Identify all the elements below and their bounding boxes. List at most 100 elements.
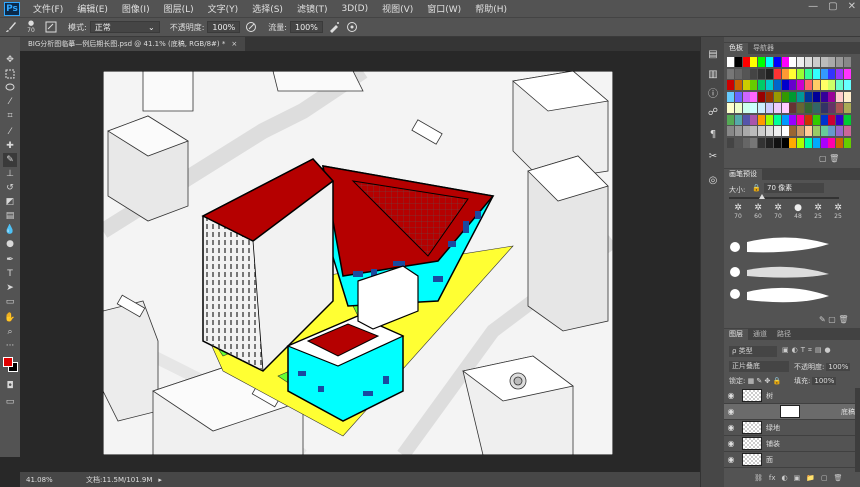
color-swatch[interactable] [727,126,734,136]
close-window-button[interactable]: ✕ [848,1,856,12]
delete-layer-icon[interactable]: 🗑 [834,474,843,482]
color-swatch[interactable] [750,114,758,125]
menu-image[interactable]: 图像(I) [115,2,157,15]
color-swatch[interactable] [766,137,773,148]
color-swatch[interactable] [727,57,734,67]
menu-select[interactable]: 选择(S) [245,2,290,15]
minimize-button[interactable]: — [808,1,818,12]
color-swatch[interactable] [773,103,781,113]
healing-tool-icon[interactable]: ✚ [3,139,17,153]
color-swatch[interactable] [727,114,734,125]
menu-edit[interactable]: 编辑(E) [70,2,115,15]
color-swatch[interactable] [789,103,797,113]
tab-paths[interactable]: 路径 [772,329,796,340]
brush-preset-footer-icons[interactable]: ✎ ▢ 🗑 [819,315,849,324]
eraser-tool-icon[interactable]: ◩ [3,195,17,209]
color-swatch[interactable] [844,68,851,79]
color-swatch[interactable] [820,80,828,90]
hand-tool-icon[interactable]: ✋ [3,311,17,325]
color-swatch[interactable] [812,137,820,148]
airbrush-icon[interactable] [327,20,341,34]
brush-size-slider[interactable] [729,197,839,199]
lock-icons[interactable]: ▦ ✎ ✥ 🔒 [748,377,782,385]
color-swatch[interactable] [836,57,844,67]
color-swatch[interactable] [812,80,820,90]
color-swatch[interactable] [781,57,789,67]
color-swatch[interactable] [789,80,797,90]
color-swatch[interactable] [828,114,836,125]
color-swatch[interactable] [734,68,742,79]
pen-tool-icon[interactable]: ✒ [3,253,17,267]
color-swatch[interactable] [773,91,781,102]
color-swatch[interactable] [844,126,851,136]
marquee-tool-icon[interactable] [3,67,17,81]
color-swatch[interactable] [836,91,844,102]
color-swatch[interactable] [828,68,836,79]
properties-panel-icon[interactable]: ▥ [706,67,720,81]
blend-mode-select[interactable]: 正片叠底 [729,361,789,372]
group-folder-icon[interactable]: 📁 [806,474,815,482]
color-swatch[interactable] [742,80,750,90]
color-swatch[interactable] [773,68,781,79]
color-swatch[interactable] [820,126,828,136]
color-swatch[interactable] [773,126,781,136]
layer-row[interactable]: ◉ 树 [724,388,855,404]
color-swatch[interactable] [734,80,742,90]
color-swatch[interactable] [789,126,797,136]
visibility-eye-icon[interactable]: ◉ [724,455,738,464]
brush-tip[interactable]: ● 48 [789,203,807,220]
color-swatch[interactable] [797,80,805,90]
color-swatch[interactable] [781,68,789,79]
menu-file[interactable]: 文件(F) [26,2,70,15]
color-swatch[interactable] [844,91,851,102]
color-swatch[interactable] [836,68,844,79]
color-swatch[interactable] [758,91,766,102]
color-swatch[interactable] [820,114,828,125]
blur-tool-icon[interactable]: 💧 [3,223,17,237]
menu-window[interactable]: 窗口(W) [420,2,468,15]
fill-input[interactable]: 100% [812,377,837,385]
color-swatch[interactable] [750,80,758,90]
layer-row[interactable]: ◉ 绿地 [724,420,855,436]
color-swatch[interactable] [750,57,758,67]
visibility-eye-icon[interactable]: ◉ [724,423,738,432]
color-swatch[interactable] [727,103,734,113]
color-swatch[interactable] [742,126,750,136]
menu-view[interactable]: 视图(V) [375,2,420,15]
menu-3d[interactable]: 3D(D) [334,4,375,14]
color-swatch[interactable] [773,57,781,67]
zoom-readout[interactable]: 41.08% [26,476,66,484]
color-swatch[interactable] [734,126,742,136]
color-swatch[interactable] [805,80,812,90]
color-swatch[interactable] [727,80,734,90]
visibility-eye-icon[interactable]: ◉ [724,407,738,416]
mode-select[interactable]: 正常 ⌄ [89,21,160,33]
lasso-tool-icon[interactable] [3,81,17,95]
clone-stamp-tool-icon[interactable]: ⊥ [3,167,17,181]
color-swatch[interactable] [844,103,851,113]
color-swatch[interactable] [727,91,734,102]
color-swatch[interactable] [828,137,836,148]
move-tool-icon[interactable]: ✥ [3,53,17,67]
color-swatch[interactable] [742,114,750,125]
color-swatch[interactable] [781,80,789,90]
color-swatch[interactable] [836,80,844,90]
brush-panel-toggle-icon[interactable] [44,20,58,34]
brush-tip[interactable]: ✲ 70 [769,203,787,220]
color-swatch[interactable] [797,103,805,113]
color-swatch[interactable] [766,114,773,125]
flow-input[interactable]: 100% [289,21,323,33]
color-swatch[interactable] [758,80,766,90]
color-swatch[interactable] [766,68,773,79]
color-swatch[interactable] [797,91,805,102]
color-swatch[interactable] [844,57,851,67]
layer-row-selected[interactable]: ◉ 底稿 [724,404,855,420]
color-swatch[interactable] [742,91,750,102]
color-swatch[interactable] [789,137,797,148]
color-swatch[interactable] [805,126,812,136]
new-layer-icon[interactable]: ▢ [821,474,828,482]
color-swatch[interactable] [820,103,828,113]
foreground-color-swatch[interactable] [3,357,13,367]
color-swatch[interactable] [742,103,750,113]
color-swatch[interactable] [805,137,812,148]
